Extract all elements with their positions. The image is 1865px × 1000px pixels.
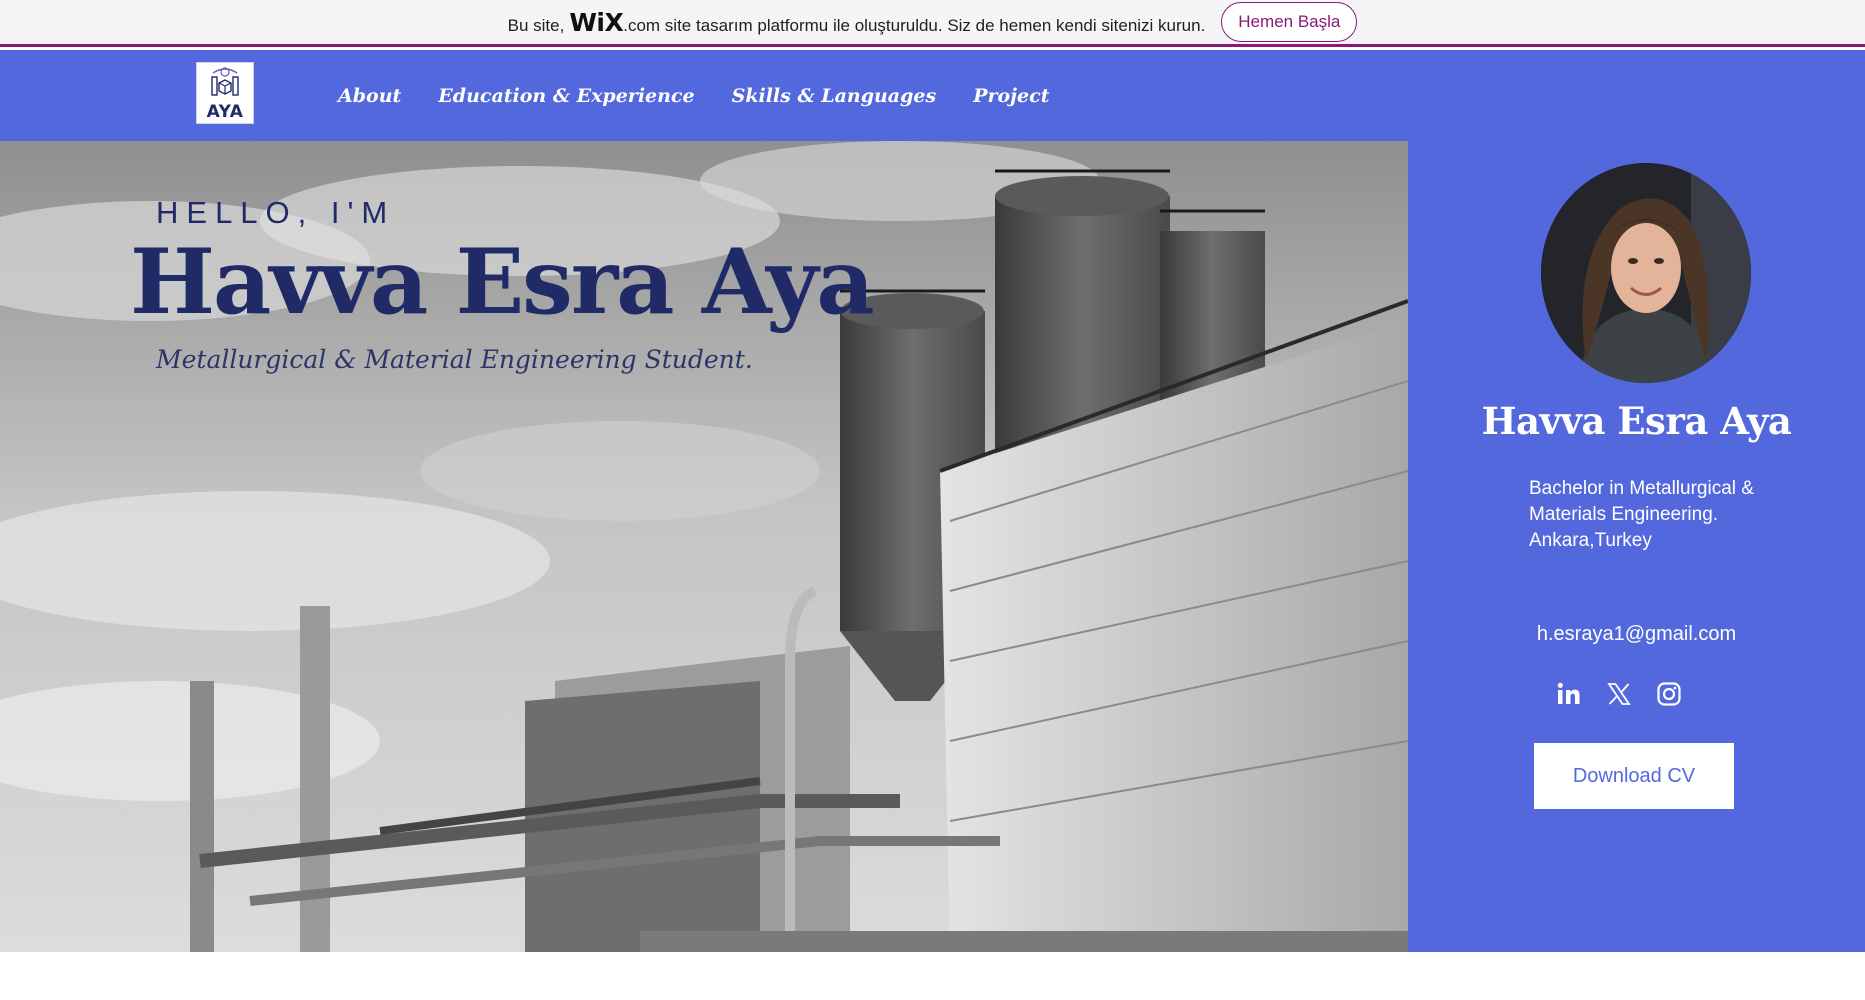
profile-email-link[interactable]: h.esraya1@gmail.com [1408, 623, 1865, 646]
wix-logo: WiX [569, 7, 624, 37]
hero-greeting: HELLO, I'M [156, 195, 396, 230]
logo-text: AYA [206, 102, 244, 122]
linkedin-icon[interactable] [1556, 681, 1582, 707]
download-cv-button[interactable]: Download CV [1534, 743, 1734, 809]
site-logo[interactable]: AYA [196, 62, 254, 124]
main-nav: About Education & Experience Skills & La… [338, 50, 1049, 141]
profile-panel: Havva Esra Aya Bachelor in Metallurgical… [1408, 141, 1865, 952]
bio-field-line: Materials Engineering. [1529, 504, 1719, 525]
nav-item-project[interactable]: Project [973, 85, 1049, 107]
wix-promo-prefix: Bu site, [507, 15, 565, 35]
profile-name: Havva Esra Aya [1481, 399, 1792, 443]
x-icon[interactable] [1606, 681, 1632, 707]
nav-item-skills-languages[interactable]: Skills & Languages [732, 85, 937, 107]
profile-avatar [1541, 163, 1751, 383]
profile-bio: Bachelor in Metallurgical & Materials En… [1529, 476, 1789, 554]
site-header: AYA About Education & Experience Skills … [0, 50, 1865, 141]
hero-section: HELLO, I'M Havva Esra Aya Metallurgical … [0, 141, 1408, 952]
instagram-icon[interactable] [1656, 681, 1682, 707]
hero-subtitle: Metallurgical & Material Engineering Stu… [156, 345, 753, 374]
wix-promo-suffix: .com site tasarım platformu ile oluşturu… [623, 15, 1206, 35]
social-links [1556, 681, 1682, 707]
wix-promo-banner: Bu site, WiX .com site tasarım platformu … [0, 0, 1865, 47]
profile-photo-image [1541, 163, 1751, 383]
wix-promo-text: Bu site, WiX .com site tasarım platformu … [508, 8, 1206, 37]
logo-graphic-icon [211, 67, 239, 96]
nav-item-about[interactable]: About [338, 85, 401, 107]
wix-start-button[interactable]: Hemen Başla [1221, 2, 1358, 42]
hero-name-heading: Havva Esra Aya [130, 229, 875, 335]
nav-item-education-experience[interactable]: Education & Experience [438, 85, 694, 107]
bio-location-line: Ankara,Turkey [1529, 530, 1652, 551]
bio-degree-line: Bachelor in Metallurgical & [1529, 478, 1754, 499]
